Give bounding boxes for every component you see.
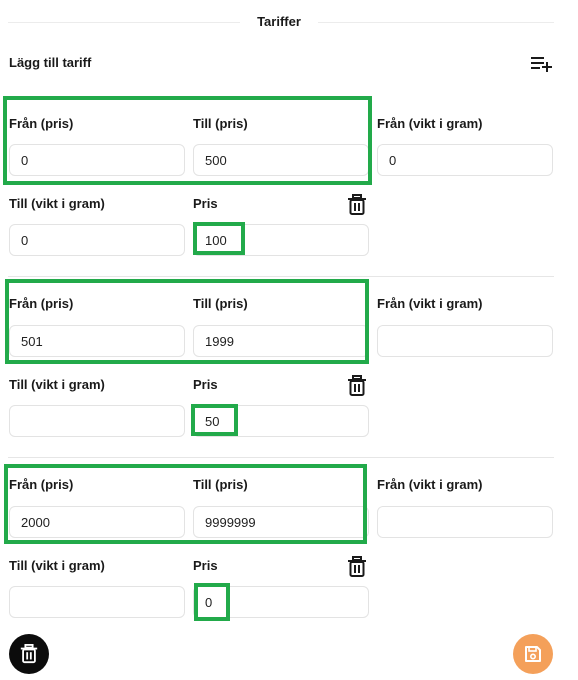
section-header: Tariffer (0, 0, 578, 46)
from-weight-label: Från (vikt i gram) (377, 477, 483, 492)
tariff-divider (8, 457, 554, 458)
header-divider-left (8, 22, 240, 23)
tariff-row-2: Från (pris) Till (pris) Från (vikt i gra… (0, 276, 578, 444)
price-input[interactable] (193, 405, 369, 437)
price-input[interactable] (193, 586, 369, 618)
to-price-label: Till (pris) (193, 477, 248, 492)
trash-icon (348, 194, 366, 215)
price-label: Pris (193, 558, 218, 573)
tariff-row-1: Från (pris) Till (pris) Från (vikt i gra… (0, 96, 578, 264)
tariff-divider (8, 276, 554, 277)
delete-tariff-button[interactable] (347, 556, 367, 578)
to-weight-input[interactable] (9, 405, 185, 437)
from-price-input[interactable] (9, 506, 185, 538)
delete-tariff-button[interactable] (347, 375, 367, 397)
from-weight-input[interactable] (377, 506, 553, 538)
price-input[interactable] (193, 224, 369, 256)
to-price-input[interactable] (193, 325, 369, 357)
price-label: Pris (193, 196, 218, 211)
from-weight-label: Från (vikt i gram) (377, 296, 483, 311)
from-price-label: Från (pris) (9, 116, 74, 131)
from-price-input[interactable] (9, 325, 185, 357)
from-price-label: Från (pris) (9, 477, 74, 492)
trash-icon (20, 644, 38, 664)
section-title: Tariffer (257, 14, 301, 29)
delete-all-button[interactable] (9, 634, 49, 674)
to-price-label: Till (pris) (193, 116, 248, 131)
price-label: Pris (193, 377, 218, 392)
to-price-input[interactable] (193, 506, 369, 538)
to-weight-label: Till (vikt i gram) (9, 558, 105, 573)
trash-icon (348, 556, 366, 577)
to-weight-label: Till (vikt i gram) (9, 196, 105, 211)
add-tariff-row: Lägg till tariff (0, 52, 578, 76)
tariff-row-3: Från (pris) Till (pris) Från (vikt i gra… (0, 457, 578, 625)
trash-icon (348, 375, 366, 396)
playlist-add-icon (531, 57, 552, 72)
save-icon (525, 646, 541, 662)
from-price-label: Från (pris) (9, 296, 74, 311)
add-tariff-button[interactable] (528, 52, 554, 76)
from-weight-input[interactable] (377, 325, 553, 357)
from-weight-label: Från (vikt i gram) (377, 116, 483, 131)
to-price-input[interactable] (193, 144, 369, 176)
delete-tariff-button[interactable] (347, 194, 367, 216)
add-tariff-label: Lägg till tariff (9, 55, 92, 70)
header-divider-right (318, 22, 554, 23)
to-weight-input[interactable] (9, 586, 185, 618)
save-button[interactable] (513, 634, 553, 674)
from-weight-input[interactable] (377, 144, 553, 176)
to-weight-input[interactable] (9, 224, 185, 256)
to-weight-label: Till (vikt i gram) (9, 377, 105, 392)
from-price-input[interactable] (9, 144, 185, 176)
to-price-label: Till (pris) (193, 296, 248, 311)
